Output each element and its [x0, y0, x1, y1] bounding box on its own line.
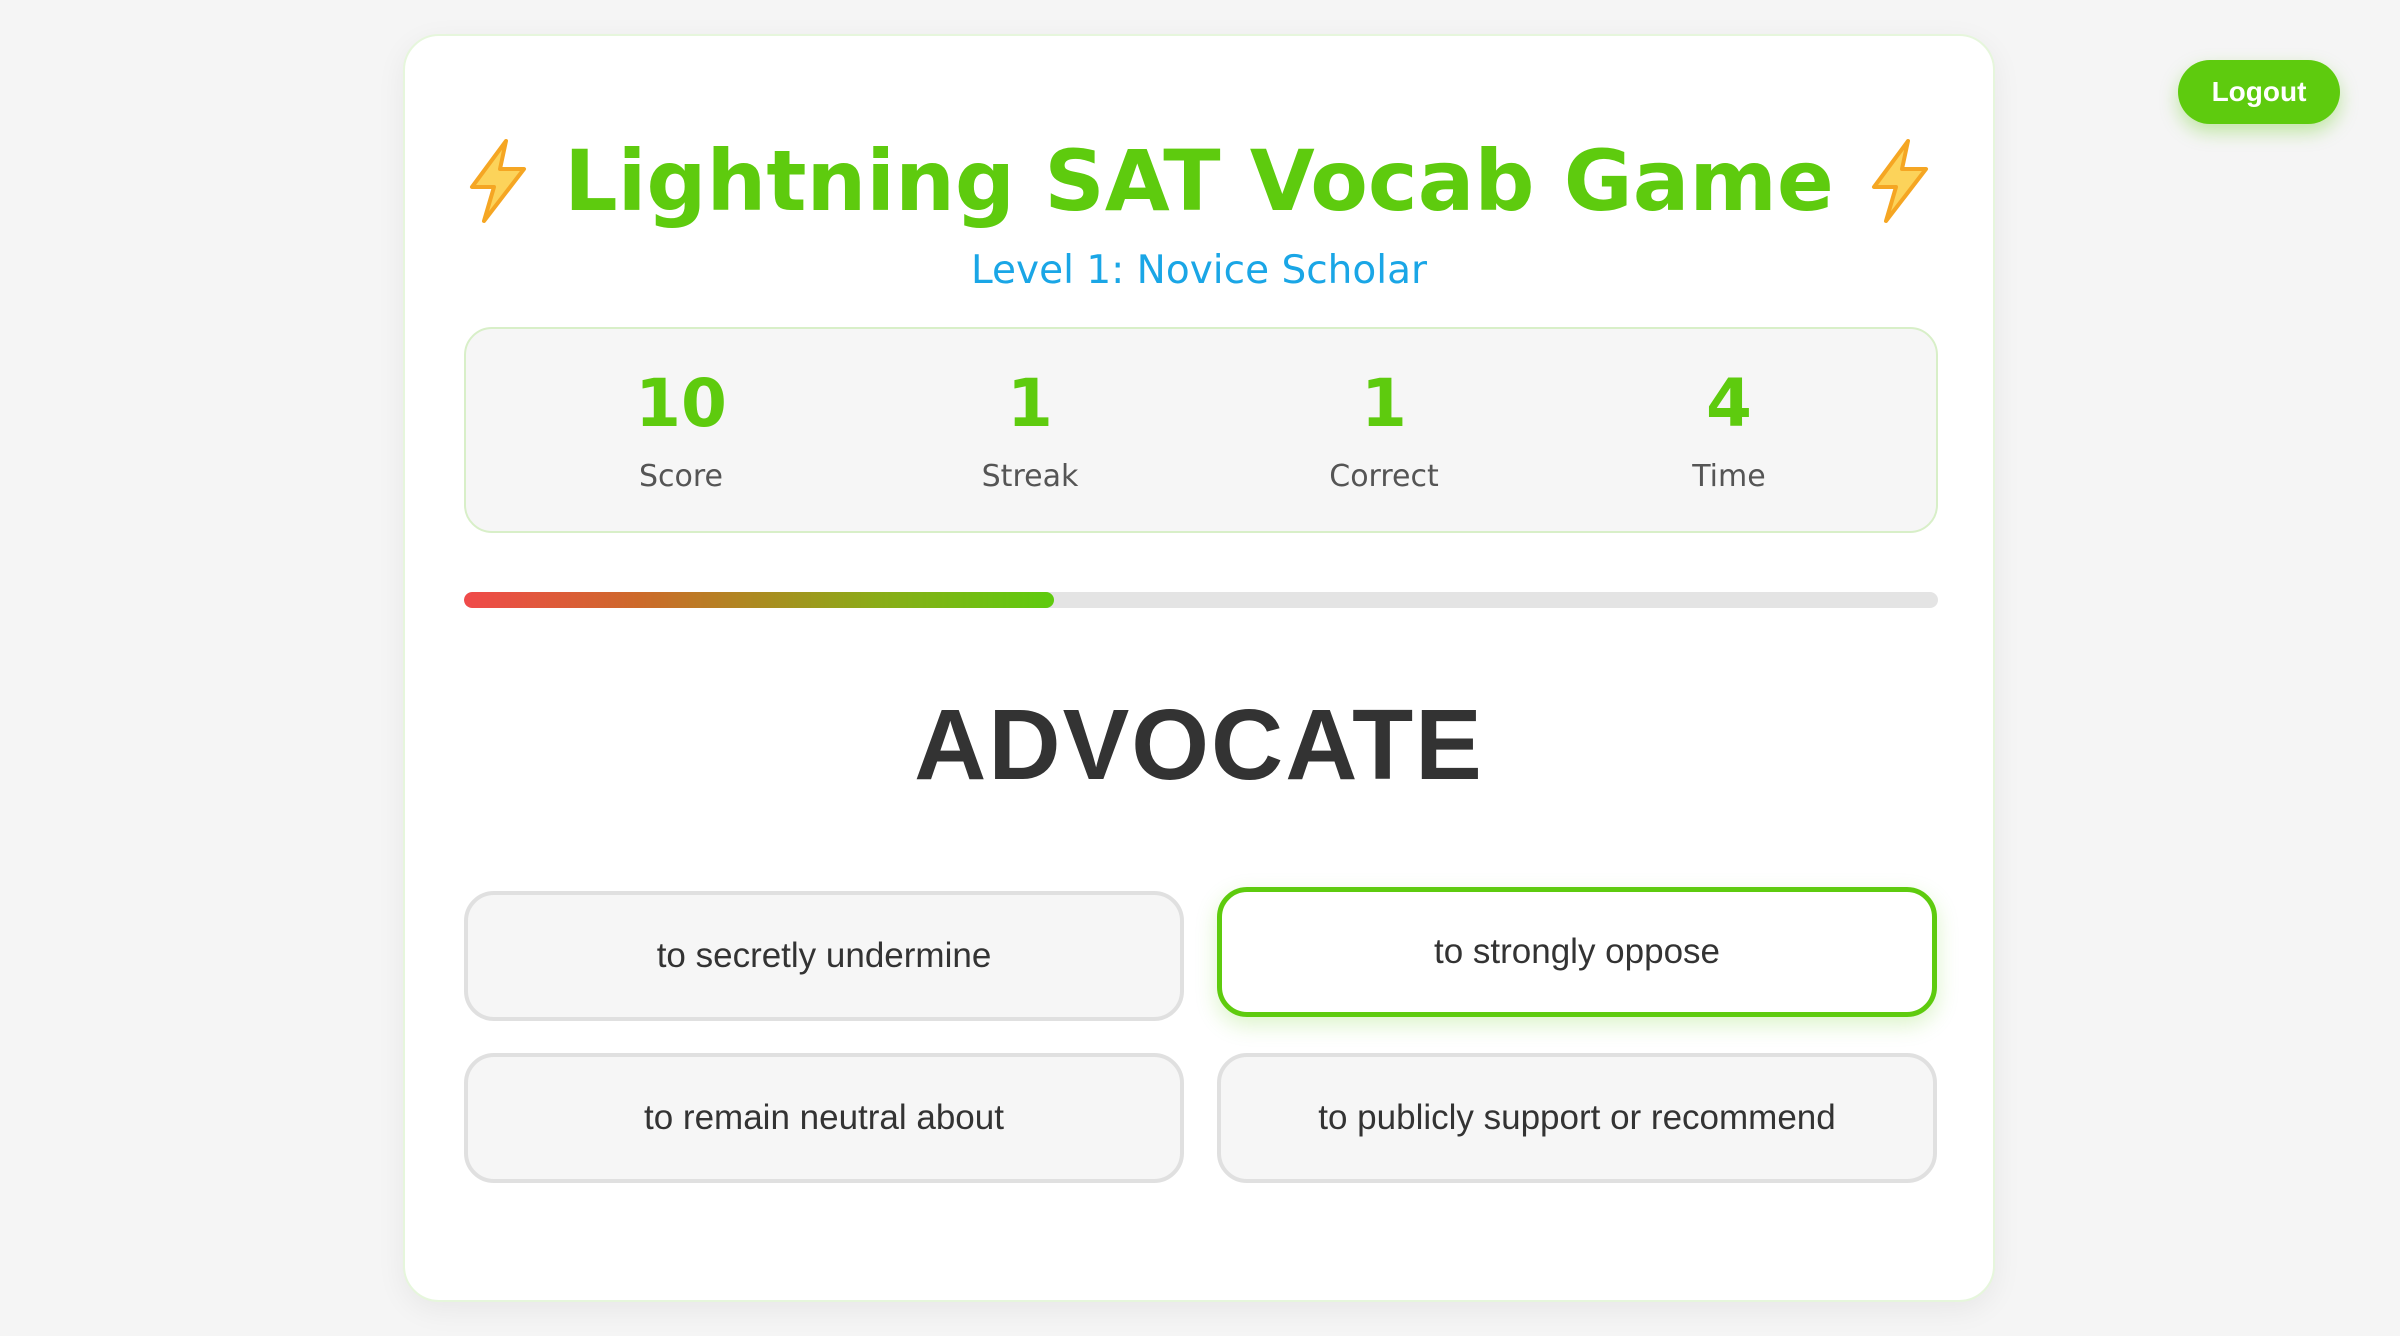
stat-label: Time — [1692, 459, 1766, 494]
stat-label: Correct — [1329, 459, 1439, 494]
stat-correct: 1 Correct — [1234, 329, 1534, 531]
answer-option[interactable]: to strongly oppose — [1217, 887, 1937, 1017]
stat-label: Score — [638, 459, 724, 494]
answer-option[interactable]: to secretly undermine — [464, 891, 1184, 1021]
stats-panel: 10 Score 1 Streak 1 Correct 4 Time — [464, 327, 1938, 533]
stat-streak: 1 Streak — [880, 329, 1180, 531]
stat-value: 1 — [1361, 365, 1407, 442]
vocab-word: ADVOCATE — [914, 689, 1484, 801]
logout-button[interactable]: Logout — [2178, 60, 2340, 124]
lightning-bolt-icon — [470, 139, 527, 223]
level-indicator: Level 1: Novice Scholar — [970, 248, 1428, 293]
stat-time: 4 Time — [1579, 329, 1879, 531]
stat-score: 10 Score — [531, 329, 831, 531]
game-title: Lightning SAT Vocab Game — [405, 126, 1993, 236]
timer-progress-bar — [464, 592, 1938, 608]
game-card: Lightning SAT Vocab Game Level 1: Novice… — [403, 34, 1995, 1302]
stat-label: Streak — [981, 459, 1079, 494]
lightning-bolt-icon — [1871, 139, 1928, 223]
timer-progress-fill — [464, 592, 1054, 608]
stat-value: 1 — [1007, 365, 1053, 442]
stat-value: 10 — [635, 365, 727, 442]
answer-option[interactable]: to publicly support or recommend — [1217, 1053, 1937, 1183]
stat-value: 4 — [1706, 365, 1752, 442]
answer-option[interactable]: to remain neutral about — [464, 1053, 1184, 1183]
game-title-text: Lightning SAT Vocab Game — [564, 132, 1834, 230]
